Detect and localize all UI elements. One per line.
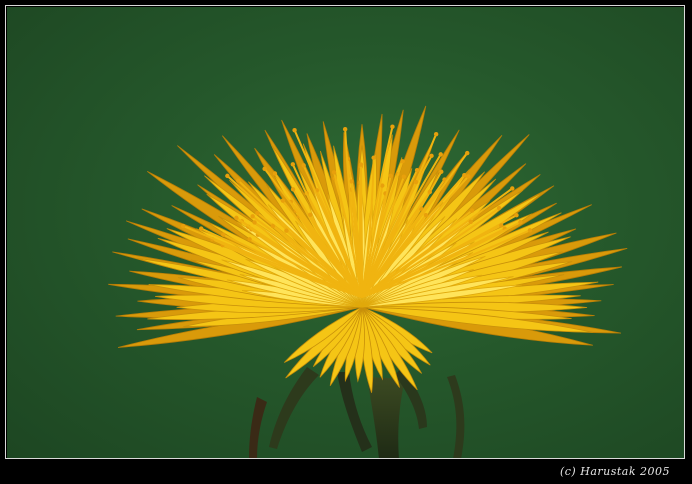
stamen-tip: [270, 223, 276, 229]
stamen-tip: [349, 179, 354, 184]
photo-border: [5, 5, 685, 459]
stamen-tip: [292, 127, 297, 133]
stamen-tip: [221, 232, 226, 237]
stamen-tip: [527, 228, 533, 233]
stamen-tip: [423, 212, 429, 218]
stamen-tip: [255, 210, 260, 216]
stamen-tip: [234, 215, 239, 221]
photo: [7, 7, 684, 458]
stamen-tip: [342, 127, 348, 132]
stamen-tip: [427, 189, 432, 195]
stamen-tip: [499, 223, 504, 228]
stamen-tip: [514, 213, 519, 218]
stamen-tip: [413, 179, 419, 185]
stamen-tip: [414, 167, 420, 173]
stamen-tip: [236, 178, 241, 183]
photo-frame: (c) Harustak 2005: [0, 0, 692, 484]
stamen-tip: [469, 208, 475, 213]
stamen-tip: [371, 155, 376, 160]
stamen-tip: [331, 170, 337, 175]
stamen-tip: [290, 162, 296, 167]
stamen-tip: [429, 153, 434, 159]
stamen-tip: [400, 159, 405, 164]
stamen-tip: [181, 223, 186, 229]
stamen-tip: [272, 171, 278, 176]
stamen-tip: [465, 150, 470, 156]
stamen-tip: [198, 226, 204, 231]
stamen-tip: [358, 162, 364, 167]
stamen: [359, 164, 363, 298]
dandelion-flower-icon: [108, 105, 628, 458]
stamen-tip: [462, 173, 467, 178]
stamen-tip: [250, 214, 255, 219]
flower-stem: [249, 367, 465, 458]
stamen-tip: [438, 152, 443, 157]
stamen-tip: [290, 187, 296, 192]
stamen-tip: [496, 205, 502, 211]
stamen-tip: [247, 237, 252, 242]
stamen-tip: [262, 166, 267, 172]
stamen-tip: [466, 174, 471, 179]
stamen-tip: [280, 198, 286, 203]
stamen-tip: [301, 163, 306, 168]
stamen-tip: [433, 131, 439, 137]
stamen-tip: [307, 212, 313, 218]
stamen-tip: [284, 228, 289, 233]
stamen-tip: [518, 219, 523, 225]
stamen-tip: [510, 186, 515, 191]
stamen-tip: [401, 174, 407, 179]
stamen-tip: [468, 219, 473, 224]
stamen-tip: [439, 169, 444, 174]
stamen-tip: [390, 124, 395, 129]
stamen-tip: [225, 173, 230, 179]
copyright-caption: (c) Harustak 2005: [559, 465, 670, 478]
stamen-tip: [252, 220, 257, 225]
stamen-tip: [388, 173, 393, 178]
